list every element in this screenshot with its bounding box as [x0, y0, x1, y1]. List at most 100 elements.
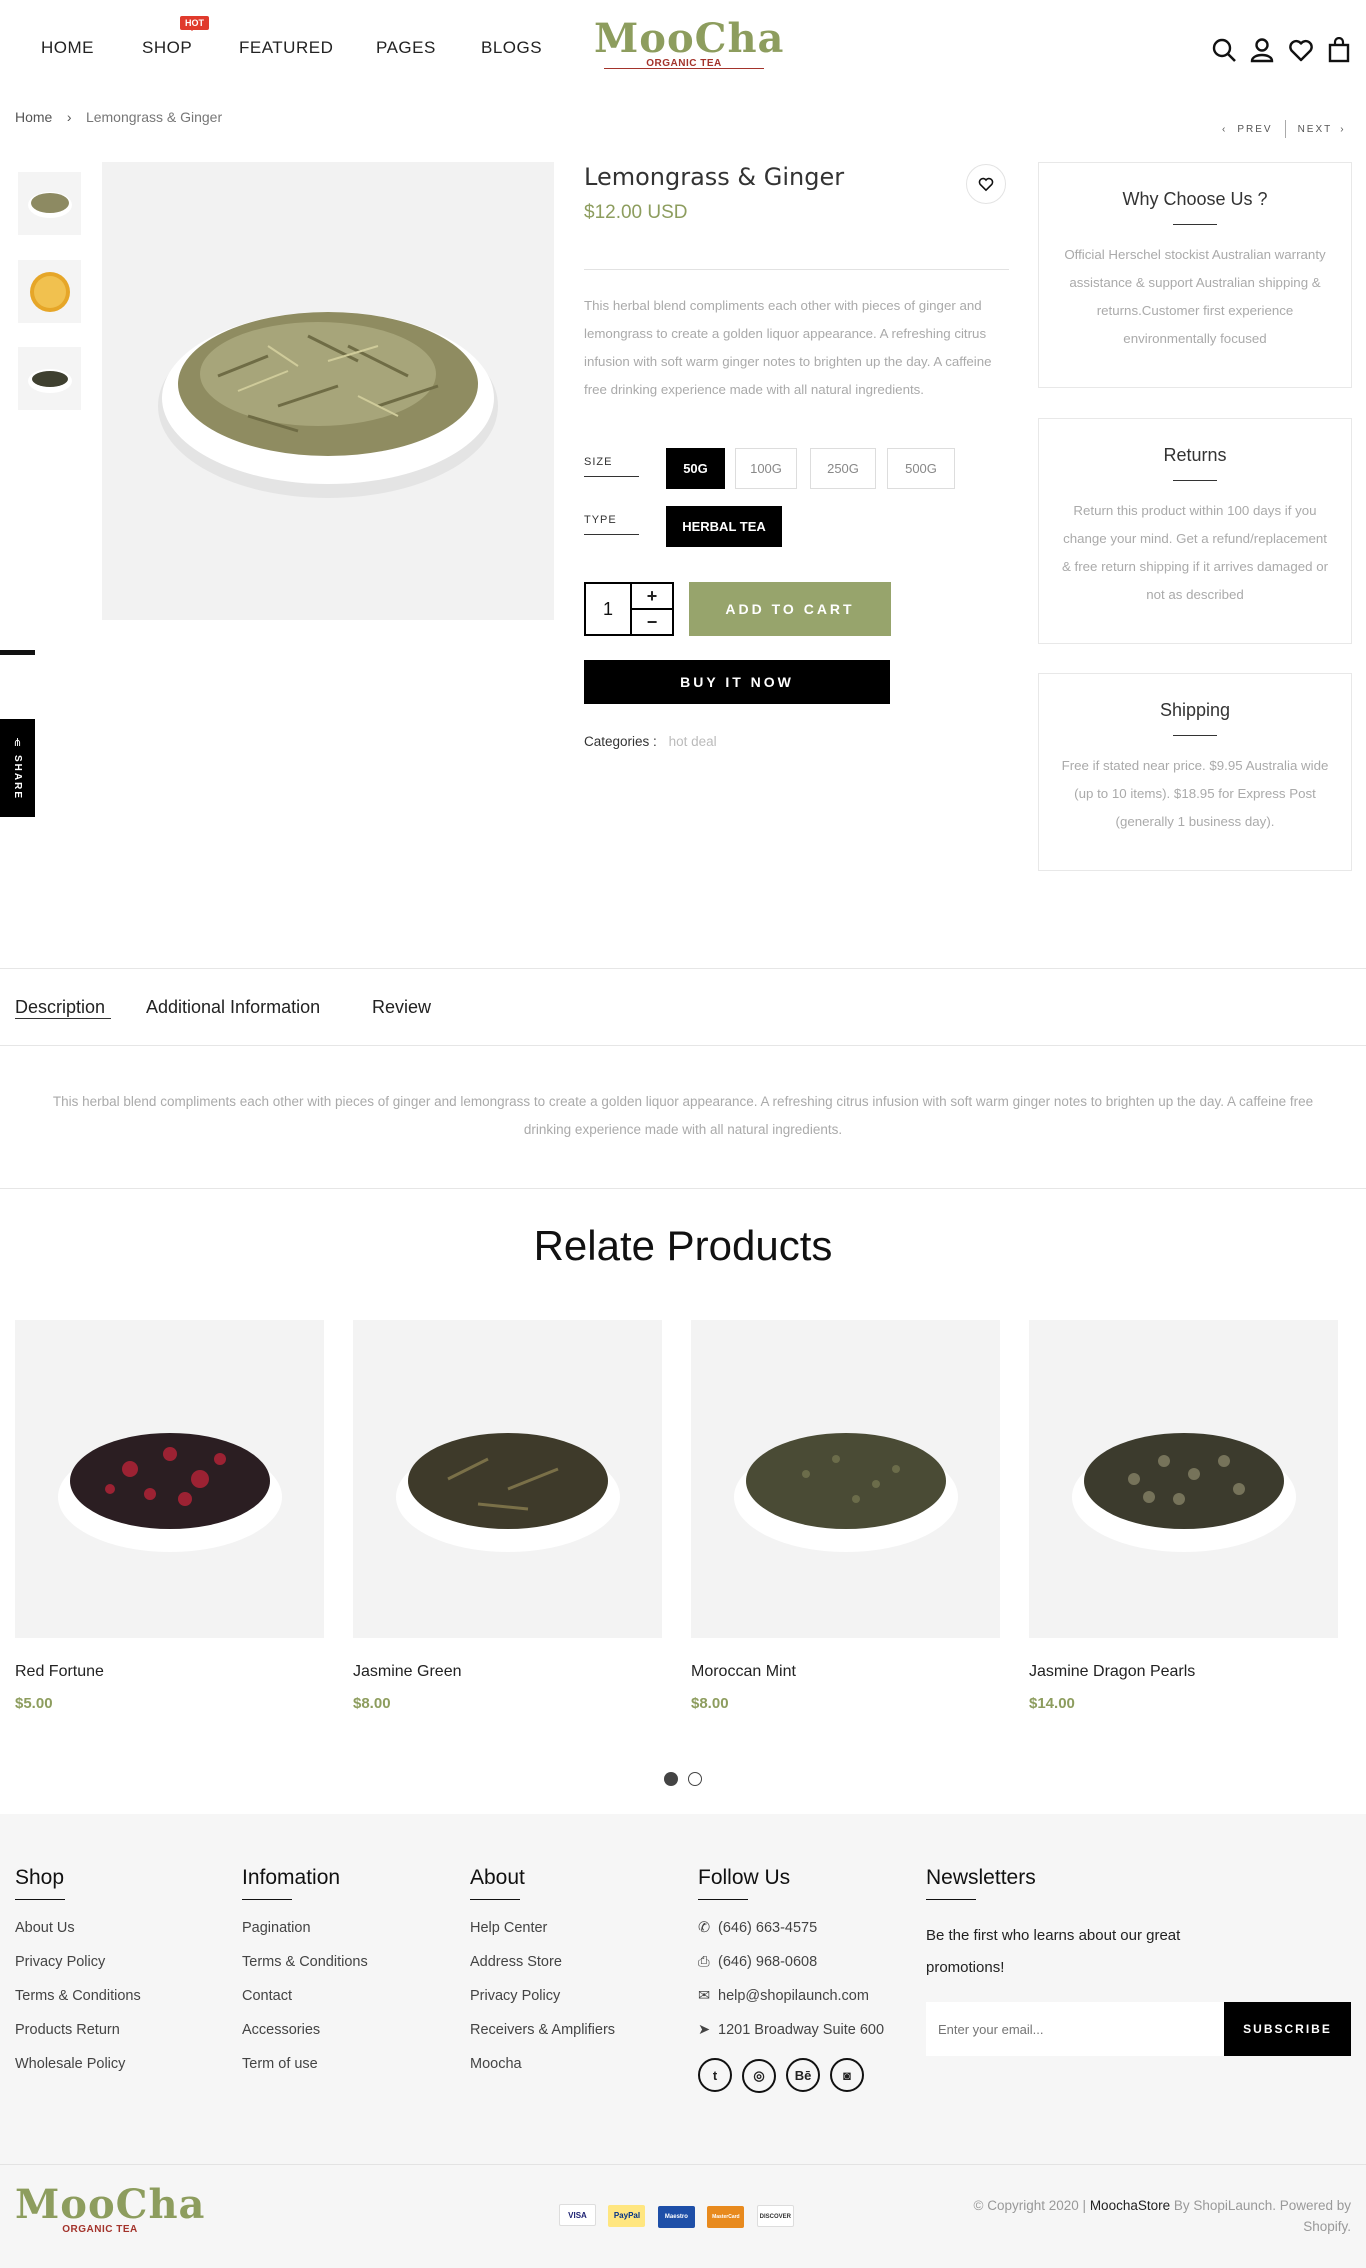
dribbble-icon[interactable]: ◎	[742, 2058, 776, 2093]
size-option-100g[interactable]: 100G	[735, 448, 797, 489]
product-thumb-1[interactable]	[18, 172, 81, 235]
contact-email[interactable]: ✉ help@shopilaunch.com	[698, 1988, 884, 2022]
type-option-herbal-tea[interactable]: HERBAL TEA	[666, 506, 782, 547]
footer-col-title: About	[470, 1866, 615, 1900]
nav-shop[interactable]: SHOP	[142, 38, 192, 58]
type-label-underline	[584, 534, 639, 535]
twitter-icon[interactable]: t	[698, 2058, 732, 2092]
categories-label: Categories :	[584, 734, 657, 749]
breadcrumb-separator: ›	[66, 109, 72, 125]
product-thumb-2[interactable]	[18, 260, 81, 323]
nav-featured[interactable]: FEATURED	[239, 38, 333, 58]
tabs-top-border	[0, 968, 1366, 969]
buy-it-now-button[interactable]: BUY IT NOW	[584, 660, 890, 704]
footer-col-title: Shop	[15, 1866, 141, 1900]
quantity-input[interactable]	[586, 584, 630, 634]
footer-col-newsletter: Newsletters Be the first who learns abou…	[926, 1866, 1351, 2056]
product-title: Lemongrass & Ginger	[584, 163, 845, 191]
product-image[interactable]	[691, 1320, 1000, 1638]
footer-link[interactable]: Pagination	[242, 1920, 368, 1954]
returns-title: Returns	[1163, 445, 1227, 465]
address-text: 1201 Broadway Suite 600	[718, 2022, 885, 2038]
account-icon[interactable]	[1249, 37, 1275, 63]
copyright-suffix: By ShopiLaunch. Powered by Shopify.	[1173, 2198, 1351, 2234]
related-product-card[interactable]: Jasmine Dragon Pearls $14.00	[1029, 1320, 1338, 1712]
behance-icon[interactable]: Bē	[786, 2058, 820, 2092]
prev-link[interactable]: ‹ PREV	[1222, 124, 1273, 135]
title-underline	[1173, 735, 1217, 736]
product-name[interactable]: Jasmine Green	[353, 1663, 662, 1681]
nav-pages[interactable]: PAGES	[376, 38, 436, 58]
search-icon[interactable]	[1211, 37, 1237, 63]
nav-blogs[interactable]: BLOGS	[481, 38, 542, 58]
footer-link[interactable]: Address Store	[470, 1954, 615, 1988]
share-button[interactable]: ⋔ SHARE	[0, 719, 35, 817]
product-thumb-3[interactable]	[18, 347, 81, 410]
heart-icon	[978, 177, 994, 192]
category-link[interactable]: hot deal	[669, 734, 717, 749]
tab-description[interactable]: Description	[15, 997, 105, 1018]
contact-fax: ⎙ (646) 968-0608	[698, 1954, 884, 1988]
related-product-card[interactable]: Jasmine Green $8.00	[353, 1320, 662, 1712]
instagram-icon[interactable]: ◙	[830, 2058, 864, 2092]
size-option-250g[interactable]: 250G	[810, 448, 876, 489]
nav-home[interactable]: HOME	[41, 38, 94, 58]
footer-link[interactable]: Moocha	[470, 2056, 615, 2090]
tab-active-indicator	[15, 1018, 111, 1019]
shipping-text: Free if stated near price. $9.95 Austral…	[1061, 758, 1329, 829]
subscribe-button[interactable]: SUBSCRIBE	[1224, 2002, 1351, 2056]
product-image[interactable]	[1029, 1320, 1338, 1638]
footer-link[interactable]: Contact	[242, 1988, 368, 2022]
phone-icon: ✆	[698, 1920, 711, 1936]
footer-link[interactable]: Help Center	[470, 1920, 615, 1954]
quantity-minus-icon[interactable]: −	[632, 610, 672, 634]
add-to-cart-button[interactable]: ADD TO CART	[689, 582, 891, 636]
wishlist-icon[interactable]	[1288, 37, 1314, 63]
site-logo[interactable]: MooCha ORGANIC TEA	[594, 18, 783, 78]
shipping-title: Shipping	[1159, 700, 1231, 720]
footer-col-title: Follow Us	[698, 1866, 884, 1900]
product-name[interactable]: Red Fortune	[15, 1663, 324, 1681]
product-main-image[interactable]	[102, 162, 554, 620]
product-image[interactable]	[15, 1320, 324, 1638]
quantity-plus-icon[interactable]: +	[632, 584, 672, 610]
copyright: © Copyright 2020 | MoochaStore By ShopiL…	[930, 2195, 1351, 2237]
product-wishlist-button[interactable]	[966, 164, 1006, 204]
size-option-500g[interactable]: 500G	[887, 448, 955, 489]
footer-link[interactable]: About Us	[15, 1920, 141, 1954]
breadcrumb-home[interactable]: Home	[15, 109, 52, 125]
product-name[interactable]: Moroccan Mint	[691, 1663, 1000, 1681]
related-product-card[interactable]: Moroccan Mint $8.00	[691, 1320, 1000, 1712]
product-name[interactable]: Jasmine Dragon Pearls	[1029, 1663, 1338, 1681]
cart-icon[interactable]	[1326, 36, 1352, 63]
visa-icon: VISA	[559, 2204, 596, 2226]
related-product-card[interactable]: Red Fortune $5.00	[15, 1320, 324, 1712]
chevron-left-icon: ‹	[1222, 123, 1228, 135]
tab-additional-information[interactable]: Additional Information	[146, 997, 320, 1018]
gallery-indicator	[0, 650, 35, 655]
related-title: Relate Products	[533, 1222, 833, 1269]
footer-link[interactable]: Privacy Policy	[15, 1954, 141, 1988]
footer-link[interactable]: Terms & Conditions	[15, 1988, 141, 2022]
footer-link[interactable]: Privacy Policy	[470, 1988, 615, 2022]
footer-link[interactable]: Accessories	[242, 2022, 368, 2056]
footer-link[interactable]: Products Return	[15, 2022, 141, 2056]
tab-review[interactable]: Review	[372, 997, 431, 1018]
footer-link[interactable]: Wholesale Policy	[15, 2056, 141, 2090]
next-link[interactable]: NEXT ›	[1298, 124, 1346, 135]
discover-icon: DISCOVER	[756, 2205, 794, 2227]
footer-link[interactable]: Term of use	[242, 2056, 368, 2090]
footer-link[interactable]: Receivers & Amplifiers	[470, 2022, 615, 2056]
copyright-brand-link[interactable]: MoochaStore	[1090, 2198, 1170, 2213]
returns-text: Return this product within 100 days if y…	[1061, 503, 1329, 602]
size-option-label: SIZE	[584, 456, 639, 477]
size-option-50g[interactable]: 50G	[666, 448, 725, 489]
carousel-dot[interactable]	[688, 1772, 702, 1786]
product-price: $14.00	[1029, 1695, 1075, 1712]
why-choose-us-box: Why Choose Us ? Official Herschel stocki…	[1038, 162, 1352, 388]
footer-logo[interactable]: MooCha ORGANIC TEA	[15, 2184, 204, 2236]
footer-link[interactable]: Terms & Conditions	[242, 1954, 368, 1988]
newsletter-email-input[interactable]	[926, 2002, 1224, 2056]
carousel-dot-active[interactable]	[664, 1772, 678, 1786]
product-image[interactable]	[353, 1320, 662, 1638]
